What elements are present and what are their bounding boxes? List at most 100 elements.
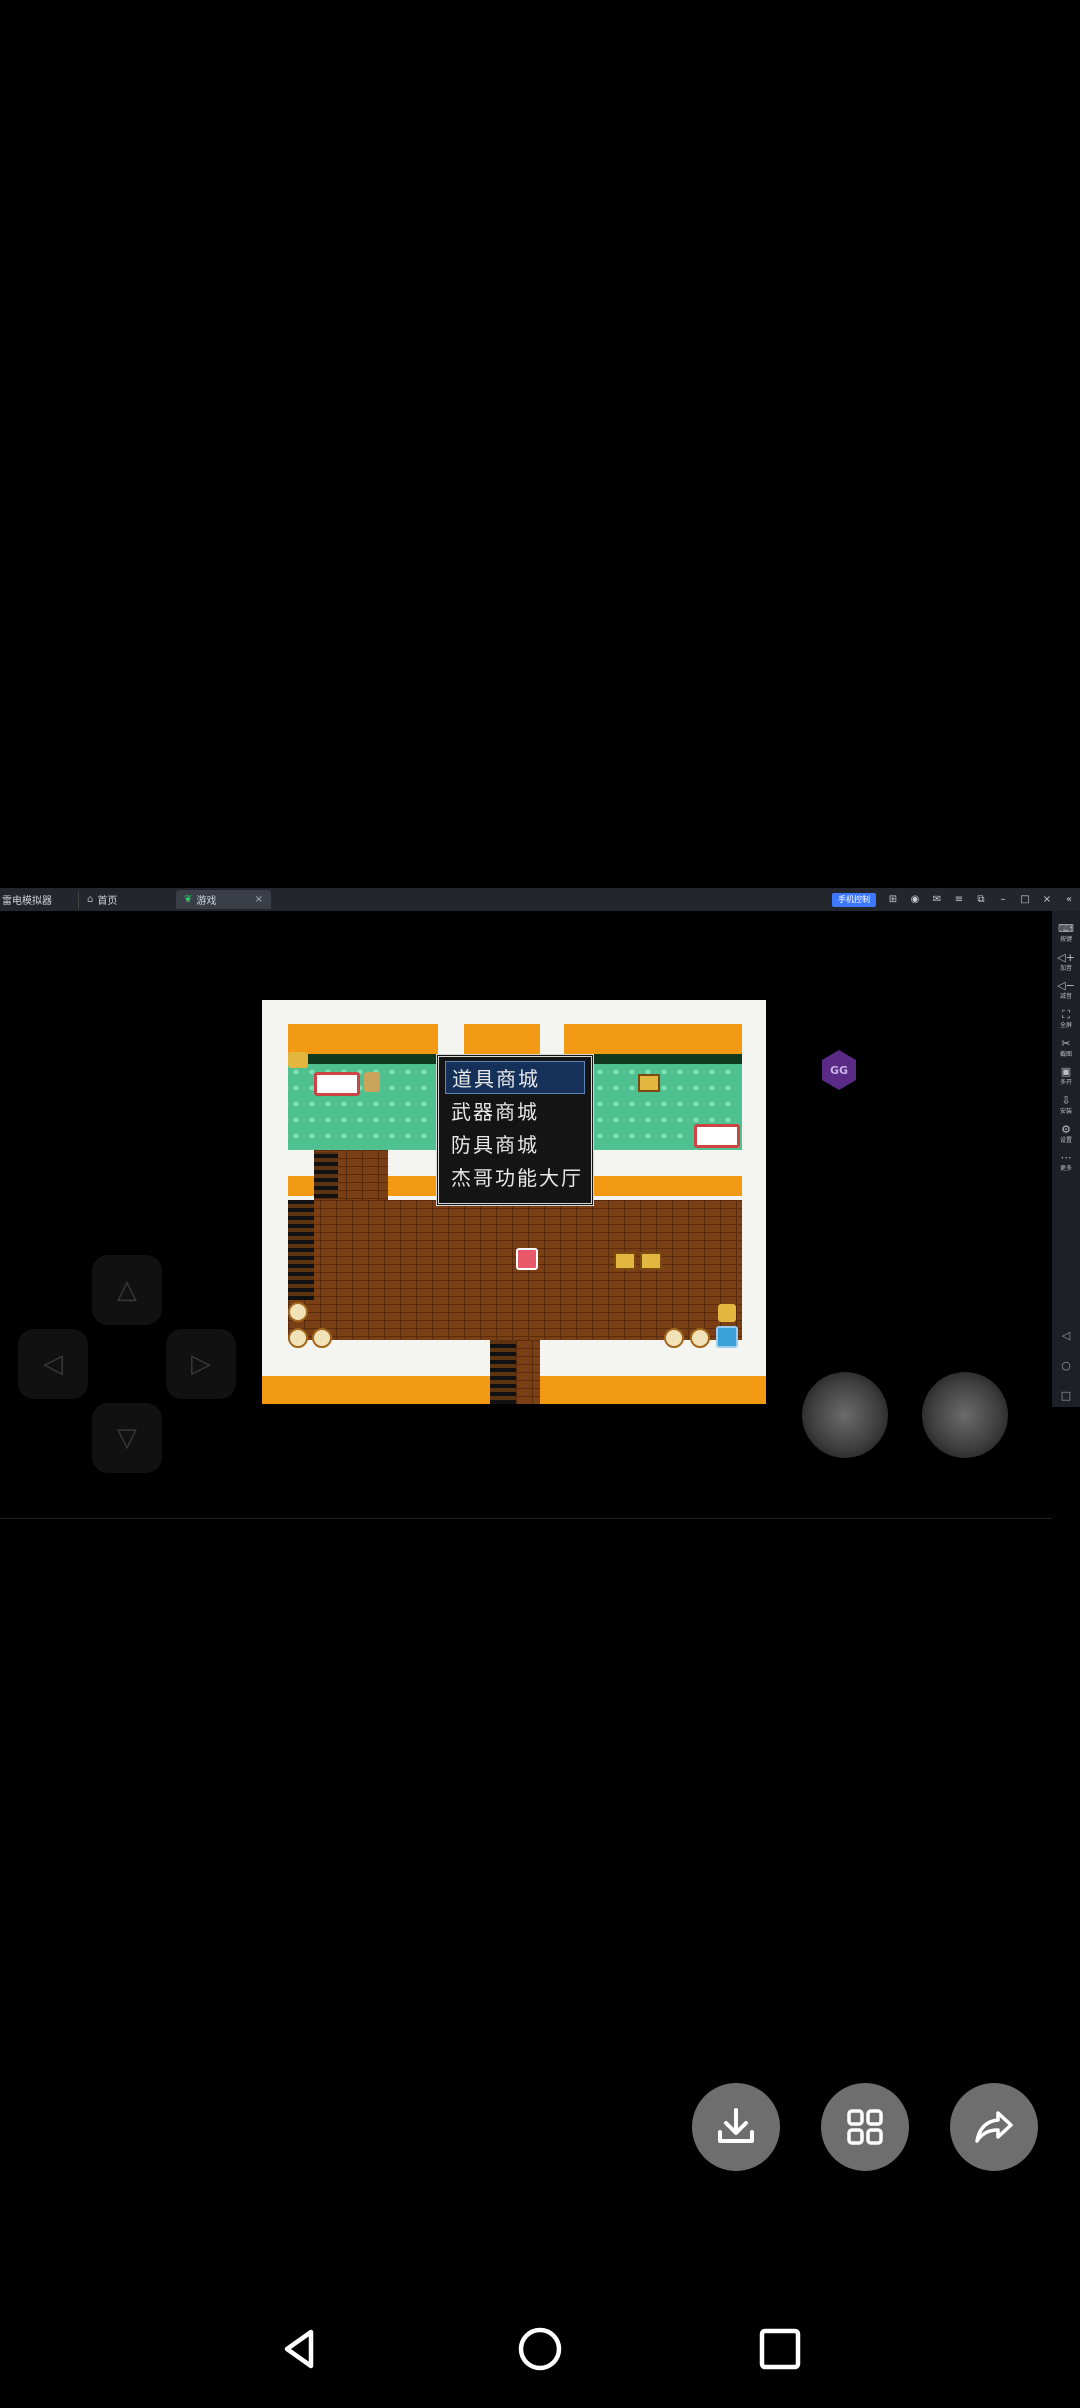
side-item-fullscreen[interactable]: ⛶ 全屏: [1052, 1005, 1080, 1034]
share-icon: [975, 2111, 1013, 2143]
shop-menu: 道具商城 武器商城 防具商城 杰哥功能大厅: [436, 1054, 594, 1206]
side-item-more[interactable]: ⋯ 更多: [1052, 1148, 1080, 1177]
side-item-volume-up[interactable]: ◁+ 加音: [1052, 948, 1080, 977]
volume-down-icon: ◁−: [1057, 979, 1075, 993]
dpad-right-button[interactable]: ▷: [166, 1329, 236, 1399]
dpad-left-button[interactable]: ◁: [18, 1329, 88, 1399]
wall: [288, 1024, 438, 1054]
pot: [664, 1328, 684, 1348]
pot: [690, 1328, 710, 1348]
chest: [640, 1252, 662, 1270]
side-item-label: 全屏: [1059, 1021, 1072, 1029]
side-item-volume-down[interactable]: ◁− 减音: [1052, 976, 1080, 1005]
bed-right: [694, 1124, 740, 1148]
nav-recents-button[interactable]: [750, 2319, 810, 2379]
back-icon[interactable]: ◁: [1062, 1329, 1070, 1347]
side-item-install[interactable]: ⇩ 安装: [1052, 1091, 1080, 1120]
exit-stairs: [490, 1340, 516, 1404]
tab-game[interactable]: ❦ 游戏 ×: [176, 890, 271, 909]
phone-screen: 雷电模拟器 ⌂ 首页 ❦ 游戏 × 手机控制 ⊞ ◉ ✉ ≡ ⧉ – □ × «…: [0, 0, 1080, 2408]
phone-control-label: 手机控制: [838, 895, 870, 904]
emulator-bottom-border: [0, 1518, 1052, 1519]
tab-home-label: 首页: [97, 896, 118, 907]
side-item-label: 安装: [1059, 1107, 1072, 1115]
scissors-icon: ✂: [1061, 1036, 1071, 1050]
collapse-icon[interactable]: «: [1058, 888, 1080, 911]
nav-home-button[interactable]: [510, 2319, 570, 2379]
dark-wall: [288, 1200, 314, 1300]
gg-label: GG: [829, 1063, 849, 1077]
side-nav: ◁ ○ □: [1061, 1329, 1071, 1407]
titlebar-controls: 手机控制 ⊞ ◉ ✉ ≡ ⧉ – □ × «: [832, 888, 1080, 911]
side-item-label: 更多: [1059, 1165, 1072, 1173]
maximize-icon[interactable]: □: [1014, 888, 1036, 911]
virtual-dpad: △ ◁ ▷ ▽: [18, 1255, 236, 1473]
multi-window-icon: ▣: [1060, 1065, 1072, 1079]
side-item-settings[interactable]: ⚙ 设置: [1052, 1120, 1080, 1149]
chest: [638, 1074, 660, 1092]
user-icon[interactable]: ◉: [904, 888, 926, 911]
phone-control-button[interactable]: 手机控制: [832, 892, 876, 907]
download-button[interactable]: [692, 2083, 780, 2171]
pot: [312, 1328, 332, 1348]
side-item-label: 设置: [1059, 1136, 1072, 1144]
minimize-icon[interactable]: –: [992, 888, 1014, 911]
plant: [718, 1304, 736, 1322]
recent-apps-icon[interactable]: □: [1061, 1389, 1071, 1407]
app-name: 雷电模拟器: [2, 896, 52, 907]
side-item-screenshot[interactable]: ✂ 截图: [1052, 1034, 1080, 1063]
volume-up-icon: ◁+: [1057, 950, 1075, 964]
android-nav-bar: [0, 2290, 1080, 2408]
wall: [464, 1024, 540, 1054]
bed-left: [314, 1072, 360, 1096]
action-button-a[interactable]: [922, 1372, 1008, 1458]
wall: [592, 1176, 742, 1196]
side-item-label: 减音: [1059, 993, 1072, 1001]
tab-home[interactable]: ⌂ 首页: [78, 890, 172, 909]
pot: [288, 1328, 308, 1348]
home-icon: ⌂: [87, 894, 94, 905]
share-button[interactable]: [950, 2083, 1038, 2171]
nav-back-button[interactable]: [270, 2319, 330, 2379]
menu-item-item-shop[interactable]: 道具商城: [445, 1061, 585, 1094]
wall: [564, 1024, 742, 1054]
grid-icon: [847, 2109, 883, 2145]
dpad-up-button[interactable]: △: [92, 1255, 162, 1325]
pot: [288, 1302, 308, 1322]
gamepad-icon[interactable]: ⊞: [882, 888, 904, 911]
install-icon: ⇩: [1061, 1093, 1071, 1107]
download-icon: [718, 2108, 754, 2143]
side-item-keyboard[interactable]: ⌨ 按键: [1052, 919, 1080, 948]
apps-button[interactable]: [821, 2083, 909, 2171]
settings-icon: ⚙: [1061, 1122, 1071, 1136]
side-item-multi[interactable]: ▣ 多开: [1052, 1062, 1080, 1091]
carpet-border: [288, 1054, 438, 1064]
floor: [288, 1200, 742, 1340]
action-button-b[interactable]: [802, 1372, 888, 1458]
wall: [540, 1376, 766, 1404]
shop-item-sprite: [716, 1326, 738, 1348]
menu-icon[interactable]: ≡: [948, 888, 970, 911]
menu-item-function-hall[interactable]: 杰哥功能大厅: [445, 1160, 585, 1193]
side-toolbar: ⌨ 按键 ◁+ 加音 ◁− 减音 ⛶ 全屏 ✂ 截图 ▣ 多开 ⇩ 安装 ⚙ 设…: [1052, 911, 1080, 1407]
home-circle-icon[interactable]: ○: [1061, 1359, 1071, 1377]
tab-close-icon[interactable]: ×: [255, 894, 263, 905]
menu-item-armor-shop[interactable]: 防具商城: [445, 1127, 585, 1160]
keyboard-icon: ⌨: [1058, 921, 1074, 935]
side-item-label: 截图: [1059, 1050, 1072, 1058]
close-icon[interactable]: ×: [1036, 888, 1058, 911]
back-triangle-icon: [284, 2329, 314, 2369]
restore-icon[interactable]: ⧉: [970, 888, 992, 911]
leaf-icon: ❦: [184, 894, 193, 905]
carpet-left: [288, 1064, 438, 1150]
tab-game-label: 游戏: [196, 896, 217, 907]
game-screen[interactable]: 道具商城 武器商城 防具商城 杰哥功能大厅: [262, 1000, 766, 1404]
lamp: [288, 1052, 308, 1068]
menu-item-weapon-shop[interactable]: 武器商城: [445, 1094, 585, 1127]
floor: [516, 1340, 540, 1404]
wall: [262, 1376, 490, 1404]
dpad-down-button[interactable]: ▽: [92, 1403, 162, 1473]
side-item-label: 加音: [1059, 964, 1072, 972]
fullscreen-icon: ⛶: [1062, 1007, 1070, 1021]
mail-icon[interactable]: ✉: [926, 888, 948, 911]
